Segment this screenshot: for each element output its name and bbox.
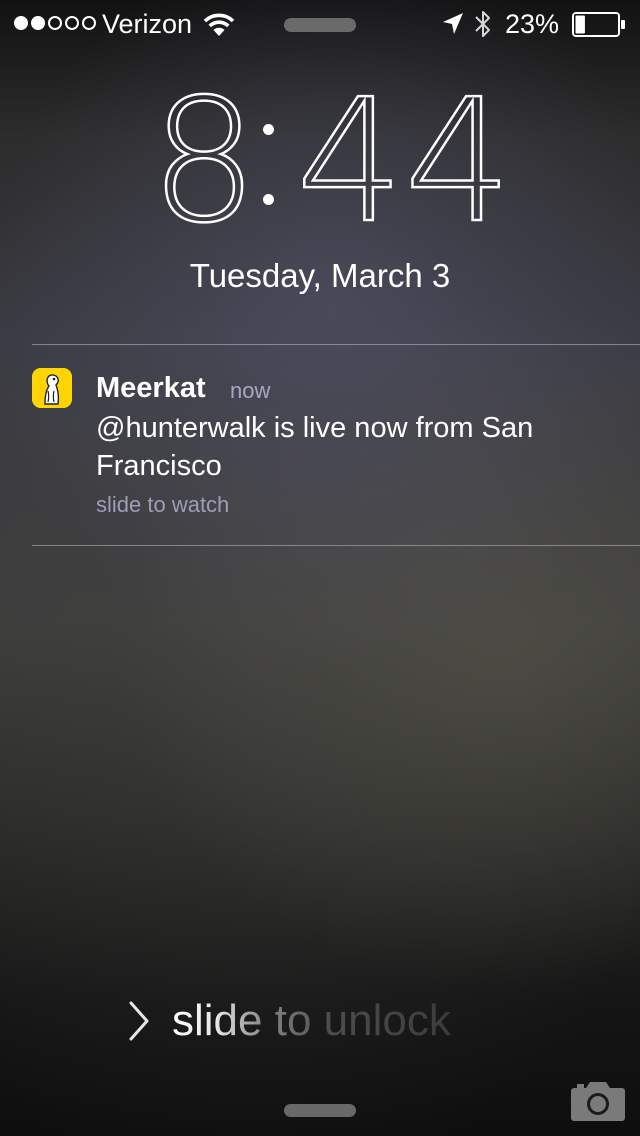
camera-icon[interactable] — [570, 1078, 626, 1122]
notification-center-grabber[interactable] — [284, 18, 356, 32]
clock-minutes: 44 — [295, 63, 514, 261]
notification-time: now — [230, 378, 271, 403]
notification-divider-bottom — [32, 545, 640, 546]
signal-dot — [65, 16, 79, 30]
control-center-grabber[interactable] — [284, 1104, 356, 1117]
signal-dot — [31, 16, 45, 30]
slide-to-unlock-label: slide to unlock — [172, 994, 451, 1048]
signal-dot — [14, 16, 28, 30]
signal-strength-icon — [14, 16, 96, 30]
location-arrow-icon — [443, 13, 463, 34]
status-bar: Verizon 23% — [0, 0, 640, 48]
clock-colon — [263, 122, 275, 205]
notification-card[interactable]: Meerkat now @hunterwalk is live now from… — [0, 345, 640, 545]
notification-app-name: Meerkat — [96, 372, 206, 404]
battery-icon — [572, 12, 625, 37]
notification-action-hint: slide to watch — [96, 492, 230, 517]
lock-screen-date: Tuesday, March 3 — [189, 257, 451, 294]
signal-dot — [82, 16, 96, 30]
clock-hours: 8 — [149, 63, 260, 261]
carrier-name: Verizon — [102, 9, 193, 39]
slide-to-unlock[interactable]: slide to unlock — [126, 994, 526, 1048]
meerkat-app-icon — [32, 368, 72, 408]
battery-percentage: 23% — [505, 9, 560, 39]
battery-level-fill — [575, 15, 585, 34]
bluetooth-icon — [475, 11, 490, 37]
chevron-right-icon — [129, 1001, 149, 1041]
lock-screen-clock: 8 44 — [0, 63, 640, 261]
wifi-icon — [203, 13, 235, 36]
notification-message: @hunterwalk is live now from San Francis… — [96, 412, 534, 482]
signal-dot — [48, 16, 62, 30]
